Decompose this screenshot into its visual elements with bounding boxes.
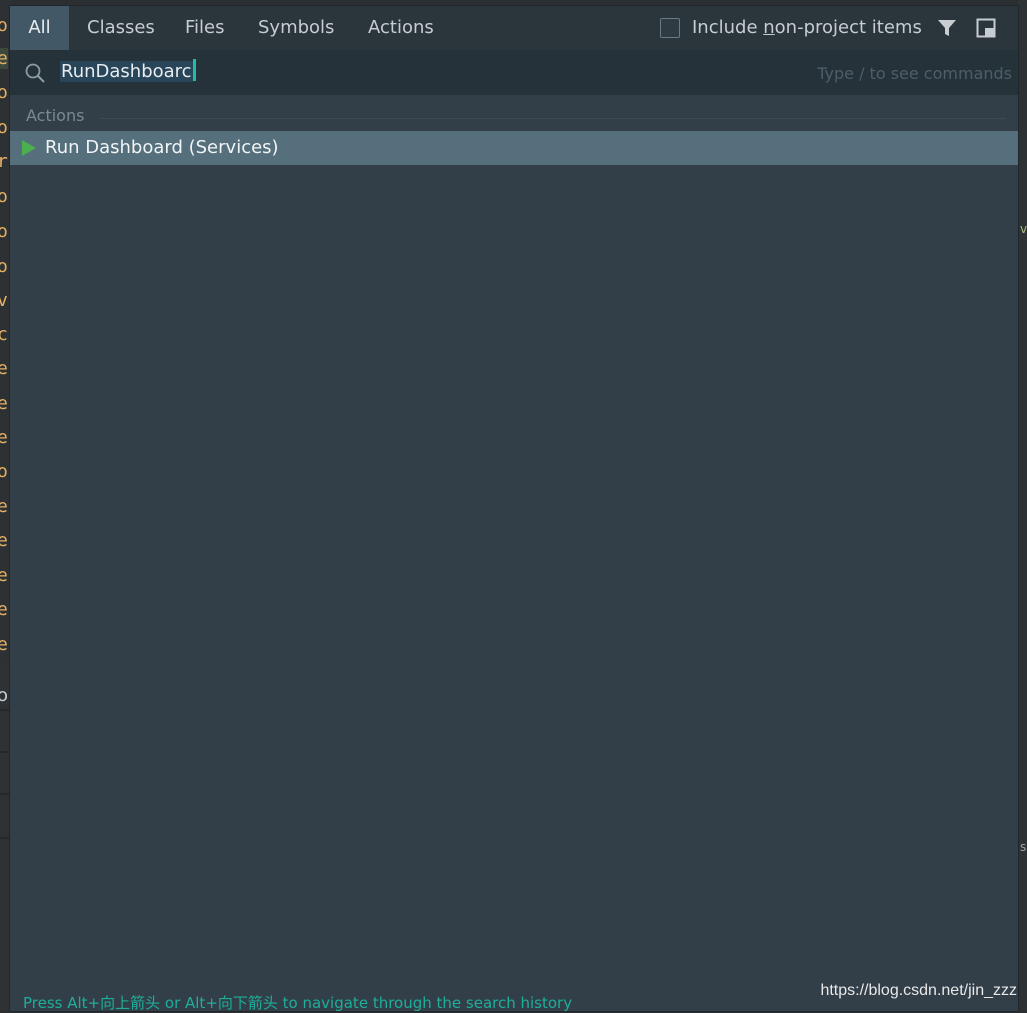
editor-text: re bbox=[0, 151, 10, 172]
editor-text: er bbox=[0, 427, 10, 448]
tab-bar: All Classes Files Symbols Actions Includ… bbox=[10, 6, 1018, 50]
tab-classes[interactable]: Classes bbox=[71, 6, 171, 50]
editor-text: er bbox=[0, 634, 10, 655]
editor-text: op bbox=[0, 186, 10, 207]
editor-text: er bbox=[0, 565, 10, 586]
include-label-prefix: Include bbox=[692, 17, 764, 38]
search-everywhere-popup: All Classes Files Symbols Actions Includ… bbox=[10, 6, 1018, 1012]
editor-text: e bbox=[0, 48, 8, 69]
editor-text: c bbox=[0, 324, 8, 345]
search-input[interactable]: RunDashboarc bbox=[60, 58, 760, 86]
run-icon bbox=[22, 140, 36, 156]
include-non-project-checkbox[interactable] bbox=[660, 18, 680, 38]
editor-text: v bbox=[0, 290, 8, 311]
result-item-label: Run Dashboard (Services) bbox=[45, 137, 279, 158]
tab-actions[interactable]: Actions bbox=[352, 6, 450, 50]
search-icon bbox=[25, 63, 45, 83]
background-tool-window: or bbox=[0, 665, 15, 1011]
editor-text: s bbox=[1020, 840, 1027, 854]
text-caret bbox=[192, 59, 196, 81]
editor-text: or bbox=[0, 82, 10, 103]
editor-text: or bbox=[0, 15, 10, 36]
background-right-edge: v s bbox=[1018, 0, 1027, 1011]
section-divider bbox=[100, 118, 1006, 119]
filter-icon[interactable] bbox=[936, 17, 958, 39]
tab-files[interactable]: Files bbox=[169, 6, 241, 50]
editor-text: er bbox=[0, 599, 10, 620]
include-label-mnemonic: n bbox=[763, 17, 775, 38]
editor-text: op bbox=[0, 221, 10, 242]
divider bbox=[0, 837, 10, 839]
result-item-run-dashboard[interactable]: Run Dashboard (Services) bbox=[10, 131, 1018, 165]
include-non-project-label[interactable]: Include non-project items bbox=[692, 6, 922, 50]
divider bbox=[0, 793, 10, 795]
search-history-hint: Press Alt+向上箭头 or Alt+向下箭头 to navigate t… bbox=[23, 994, 573, 1012]
editor-text: or bbox=[0, 461, 10, 482]
background-editor-gutter: or e or re or op op op v c e er er or e … bbox=[0, 0, 10, 665]
divider bbox=[0, 751, 10, 753]
search-bar: RunDashboarc Type / to see commands bbox=[10, 50, 1018, 95]
editor-text: er bbox=[0, 530, 10, 551]
editor-text: e bbox=[0, 358, 8, 379]
editor-text: e bbox=[0, 496, 8, 517]
editor-text: er bbox=[0, 393, 10, 414]
include-label-suffix: on-project items bbox=[774, 17, 922, 38]
editor-text: op bbox=[0, 256, 10, 277]
preview-panel-icon[interactable] bbox=[975, 17, 997, 39]
editor-text: v bbox=[1020, 222, 1027, 236]
tab-all[interactable]: All bbox=[10, 6, 69, 50]
editor-text: or bbox=[0, 117, 10, 138]
divider bbox=[0, 709, 10, 711]
search-input-value: RunDashboarc bbox=[60, 61, 193, 82]
watermark: https://blog.csdn.net/jin_zzz bbox=[820, 982, 1017, 999]
tab-symbols[interactable]: Symbols bbox=[242, 6, 350, 50]
results-section-header: Actions bbox=[26, 106, 85, 125]
search-hint: Type / to see commands bbox=[817, 64, 1012, 83]
